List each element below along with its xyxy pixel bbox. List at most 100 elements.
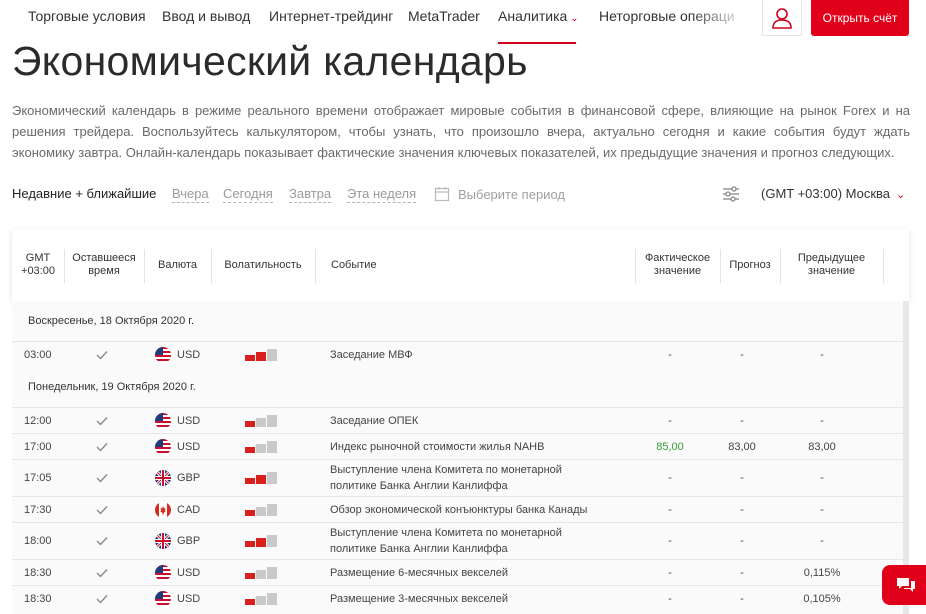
chevron-down-icon: ⌄ (896, 189, 906, 201)
check-icon (96, 523, 108, 559)
table-row[interactable]: 18:30 USD Размещение 6-месячных векселей - -… (12, 559, 905, 585)
currency: USD (155, 586, 200, 611)
volatility-bar (256, 417, 266, 427)
event-name[interactable]: Выступление члена Комитета по монетарной… (330, 523, 630, 559)
user-account-button[interactable] (762, 0, 802, 36)
header-previous[interactable]: Предыдущее значение (780, 229, 883, 301)
volatility-bars (245, 535, 277, 547)
volatility-bars (245, 348, 277, 361)
check-icon (96, 586, 108, 611)
date-group-header: Воскресенье, 18 Октября 2020 г. (28, 315, 194, 327)
currency: GBP (155, 523, 200, 559)
timezone-label: (GMT +03:00) Москва (761, 186, 891, 201)
currency: USD (155, 560, 200, 585)
volatility-bar (256, 475, 266, 484)
event-name[interactable]: Заседание МВФ (330, 342, 630, 367)
actual-value: - (668, 472, 672, 484)
event-time: 12:00 (24, 414, 52, 427)
filter-this-week[interactable]: Эта неделя (347, 186, 417, 203)
event-name[interactable]: Заседание ОПЕК (330, 408, 630, 433)
nav-item-deposit-withdraw[interactable]: Ввод и вывод (162, 8, 250, 24)
volatility-bar (256, 569, 266, 579)
volatility-indicator (245, 342, 277, 367)
actual-value: - (668, 566, 672, 579)
period-placeholder: Выберите период (458, 187, 565, 202)
forecast-value: - (740, 472, 744, 484)
open-account-button[interactable]: Открыть счёт (811, 0, 909, 36)
actual-value: - (668, 592, 672, 605)
nav-item-metatrader[interactable]: MetaTrader (408, 8, 480, 24)
filter-yesterday[interactable]: Вчера (172, 186, 209, 203)
calendar-icon (434, 187, 450, 202)
volatility-bars (245, 503, 277, 516)
table-row[interactable]: 12:00 USD Заседание ОПЕК - - - (12, 407, 905, 433)
filter-today[interactable]: Сегодня (223, 186, 273, 203)
event-time: 17:30 (24, 503, 52, 516)
volatility-indicator (245, 560, 277, 585)
currency-code: GBP (177, 535, 201, 547)
currency-code: USD (177, 348, 201, 361)
previous-value: - (820, 414, 824, 427)
check-icon (96, 560, 108, 585)
us-flag-icon (155, 564, 171, 581)
volatility-bar (245, 509, 255, 516)
header-currency[interactable]: Валюта (144, 229, 211, 301)
table-row[interactable]: 18:30 USD Размещение 3-месячных векселей - -… (12, 585, 905, 611)
volatility-bar (267, 440, 277, 453)
forecast-value: - (740, 592, 744, 605)
currency-code: CAD (177, 503, 201, 516)
header-volatility[interactable]: Волатильность (211, 229, 315, 301)
page-title: Экономический календарь (12, 38, 528, 84)
table-row[interactable]: 17:30 CAD Обзор экономической конъюнктуры … (12, 496, 905, 522)
period-picker[interactable]: Выберите период (434, 186, 565, 202)
calendar-table-body: Воскресенье, 18 Октября 2020 г. 03:00 USD З… (12, 301, 905, 614)
check-icon (96, 408, 108, 433)
actual-value: - (668, 535, 672, 547)
table-row[interactable]: 03:00 USD Заседание МВФ - - - (12, 341, 905, 367)
us-flag-icon (155, 438, 171, 455)
event-time: 03:00 (24, 348, 52, 361)
table-row[interactable]: 17:00 USD Индекс рыночной стоимости жилья … (12, 433, 905, 459)
currency: GBP (155, 460, 200, 496)
nav-item-trading-conditions[interactable]: Торговые условия (28, 8, 146, 24)
volatility-indicator (245, 497, 277, 522)
currency-code: USD (177, 414, 201, 427)
filter-recent-upcoming[interactable]: Недавние + ближайшие (12, 186, 156, 201)
check-icon (96, 460, 108, 496)
filter-settings-button[interactable] (721, 185, 741, 208)
volatility-bar (267, 348, 277, 361)
nav-item-web-trading[interactable]: Интернет-трейдинг (269, 8, 393, 24)
header-gmt[interactable]: GMT +03:00 (12, 229, 64, 301)
timezone-select[interactable]: (GMT +03:00) Москва ⌄ (761, 186, 905, 201)
nav-item-analytics-label: Аналитика (498, 8, 568, 24)
header-forecast[interactable]: Прогноз (720, 229, 780, 301)
chat-button[interactable] (882, 565, 926, 605)
filter-tomorrow[interactable]: Завтра (289, 186, 332, 203)
nav-item-analytics[interactable]: Аналитика ⌄ (498, 8, 579, 24)
event-name[interactable]: Размещение 3-месячных векселей (330, 586, 630, 611)
event-name[interactable]: Обзор экономической конъюнктуры банка Ка… (330, 497, 630, 522)
event-name[interactable]: Размещение 6-месячных векселей (330, 560, 630, 585)
previous-value: - (820, 503, 824, 516)
volatility-bars (245, 566, 277, 579)
header-actual[interactable]: Фактическое значение (635, 229, 720, 301)
actual-value: - (668, 414, 672, 427)
forecast-value: 83,00 (728, 440, 756, 453)
user-icon (772, 7, 792, 29)
volatility-indicator (245, 523, 277, 559)
event-name[interactable]: Индекс рыночной стоимости жилья NAHB (330, 434, 630, 459)
volatility-bar (256, 595, 266, 605)
event-name[interactable]: Выступление члена Комитета по монетарной… (330, 460, 630, 496)
header-event[interactable]: Событие (315, 229, 635, 301)
date-group-header: Понедельник, 19 Октября 2020 г. (28, 381, 196, 393)
gb-flag-icon (155, 533, 171, 549)
table-row[interactable]: 18:00 GBP Выступление члена Комитета по мо… (12, 522, 905, 559)
actual-value: - (668, 348, 672, 361)
currency-code: USD (177, 566, 201, 579)
header-remaining-time[interactable]: Оставшееся время (64, 229, 144, 301)
event-time: 17:00 (24, 440, 52, 453)
table-row[interactable]: 17:05 GBP Выступление члена Комитета по мо… (12, 459, 905, 496)
currency-code: USD (177, 440, 201, 453)
volatility-indicator (245, 408, 277, 433)
forecast-value: - (740, 414, 744, 427)
